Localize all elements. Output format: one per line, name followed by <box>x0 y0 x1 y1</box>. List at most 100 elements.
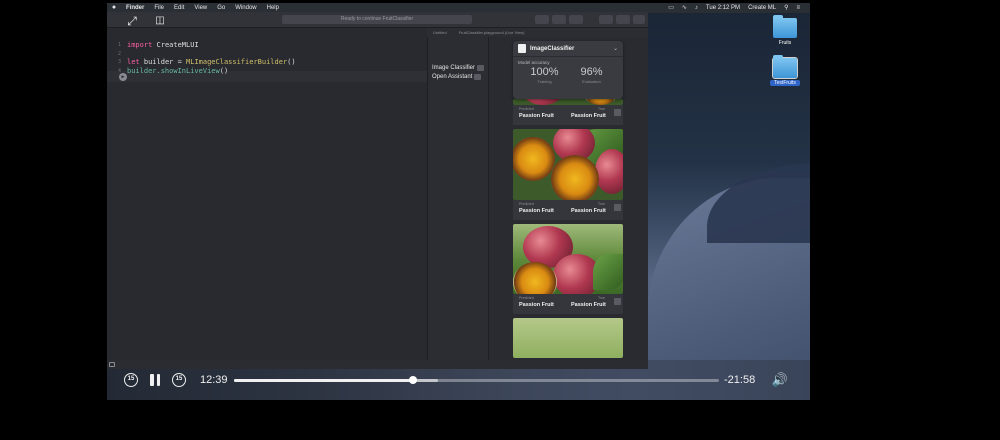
scrubber-track[interactable] <box>234 376 719 384</box>
video-player-controls: 15 15 12:39 -21:58 🔊 <box>107 360 810 400</box>
pause-bar <box>156 374 160 386</box>
exit-fullscreen-icon[interactable]: ⤢ <box>123 14 141 28</box>
code-text: CreateMLUI <box>152 41 199 49</box>
airplay-icon[interactable]: ▭ <box>664 3 678 13</box>
document-icon <box>518 44 526 53</box>
tab-untitled[interactable]: Untitled <box>427 28 453 37</box>
wifi-icon[interactable]: ∿ <box>678 3 691 13</box>
code-line: 1 import CreateMLUI <box>107 41 427 50</box>
picture-in-picture-icon[interactable]: ◫ <box>151 14 169 28</box>
true-value: Passion Fruit <box>571 208 606 214</box>
activity-status: Ready to continue FruitClassifier <box>282 15 472 24</box>
folder-label: Fruits <box>778 40 792 46</box>
skip-forward-seconds: 15 <box>175 376 183 382</box>
code-keyword: let <box>127 58 140 66</box>
accuracy-label: Model accuracy <box>518 60 550 65</box>
debug-toggle-icon[interactable] <box>109 362 115 367</box>
chevron-down-icon[interactable]: ⌄ <box>613 45 618 52</box>
scrubber-knob[interactable] <box>409 376 418 384</box>
fruit-shape <box>551 155 599 200</box>
fruit-image <box>513 129 623 200</box>
run-line-icon[interactable]: ▶ <box>119 73 127 81</box>
true-tag: True <box>598 107 606 111</box>
code-text: builder = <box>139 58 187 66</box>
line-number: 3 <box>117 59 121 65</box>
desktop-folder-testfruits[interactable]: TestFruits <box>770 55 800 86</box>
code-type: MLImageClassifierBuilder <box>186 58 288 66</box>
line-number: 1 <box>117 42 121 48</box>
result-text: Image Classifier <box>432 65 476 71</box>
true-tag: True <box>598 202 606 206</box>
editor-tab-bar: Untitled FruitClassifier.playground (Liv… <box>427 28 648 37</box>
volume-menu-icon[interactable]: ♪ <box>691 3 702 13</box>
true-value: Passion Fruit <box>571 113 606 119</box>
wallpaper-ridge <box>707 163 810 243</box>
menu-right-app[interactable]: Create ML <box>744 3 780 13</box>
code-editor[interactable]: 1 import CreateMLUI 2 3 let builder = ML… <box>107 37 427 360</box>
toolbar-button[interactable] <box>569 15 583 24</box>
notification-center-icon[interactable]: ≡ <box>792 3 804 13</box>
fruit-image <box>513 224 623 294</box>
toolbar-button[interactable] <box>535 15 549 24</box>
code-line: 3 let builder = MLImageClassifierBuilder… <box>107 58 427 67</box>
toolbar-button[interactable] <box>599 15 613 24</box>
code-line: 4 builder. showInLiveView () <box>107 67 427 76</box>
training-metric: 100% Training <box>521 65 568 84</box>
spotlight-icon[interactable]: ⚲ <box>780 3 792 13</box>
results-sidebar: Image Classifier Open Assistant <box>427 37 488 360</box>
prediction-row: Predicted True Passion Fruit Passion Fru… <box>513 294 623 314</box>
leaf-shape <box>593 254 623 290</box>
confirm-icon[interactable] <box>614 109 621 116</box>
menu-clock[interactable]: Tue 2:12 PM <box>702 3 744 13</box>
menu-extras: ▭ ∿ ♪ Tue 2:12 PM Create ML ⚲ ≡ <box>664 3 810 13</box>
fruit-image <box>513 318 623 358</box>
result-text: Open Assistant <box>432 74 473 80</box>
predicted-tag: Predicted <box>519 107 534 111</box>
code-keyword: import <box>127 41 153 49</box>
predicted-tag: Predicted <box>519 296 534 300</box>
evaluation-image-feed[interactable]: Predicted True Passion Fruit Passion Fru… <box>513 99 623 358</box>
code-function: showInLiveView <box>160 66 220 75</box>
predicted-value: Passion Fruit <box>519 208 554 214</box>
debug-area-bar <box>107 360 648 369</box>
evaluation-metric: 96% Evaluation <box>568 65 615 84</box>
pause-bar <box>150 374 154 386</box>
line-number: 2 <box>117 50 121 57</box>
folder-label: TestFruits <box>770 80 800 86</box>
predicted-value: Passion Fruit <box>519 302 554 308</box>
true-tag: True <box>598 296 606 300</box>
classifier-panel: ImageClassifier ⌄ Model accuracy 100% Tr… <box>513 41 623 99</box>
quick-look-icon[interactable] <box>477 65 485 71</box>
fruit-shape <box>513 137 555 181</box>
prediction-row: Predicted True Passion Fruit Passion Fru… <box>513 105 623 125</box>
toolbar-button[interactable] <box>633 15 645 24</box>
desktop-folder-fruits[interactable]: Fruits <box>770 15 800 46</box>
classifier-header[interactable]: ImageClassifier ⌄ <box>513 41 623 57</box>
quick-look-icon[interactable] <box>474 74 482 80</box>
confirm-icon[interactable] <box>614 204 621 211</box>
window-toolbar: ⤢ ◫ Ready to continue FruitClassifier <box>107 12 648 28</box>
classifier-title: ImageClassifier <box>530 45 575 52</box>
confirm-icon[interactable] <box>614 298 621 305</box>
training-value: 100% <box>530 66 559 78</box>
live-view: ImageClassifier ⌄ Model accuracy 100% Tr… <box>488 37 648 360</box>
training-caption: Training <box>537 79 552 84</box>
skip-forward-icon[interactable]: 15 <box>172 373 186 387</box>
code-text: builder. <box>127 66 161 75</box>
skip-back-seconds: 15 <box>127 376 135 382</box>
screen-recording: ● Finder File Edit View Go Window Help ▭… <box>107 3 810 400</box>
accuracy-metrics: 100% Training 96% Evaluation <box>513 65 623 84</box>
fruit-shape <box>595 149 623 194</box>
folder-icon <box>772 55 798 79</box>
remaining-time: -21:58 <box>724 374 756 386</box>
elapsed-time: 12:39 <box>200 374 228 386</box>
tab-playground[interactable]: FruitClassifier.playground (Live View) <box>453 28 531 37</box>
toolbar-button[interactable] <box>552 15 566 24</box>
skip-back-icon[interactable]: 15 <box>124 373 138 387</box>
prediction-row: Predicted True Passion Fruit Passion Fru… <box>513 200 623 220</box>
volume-icon[interactable]: 🔊 <box>770 372 790 388</box>
predicted-value: Passion Fruit <box>519 113 554 119</box>
result-item: Image Classifier <box>432 64 486 72</box>
toolbar-button[interactable] <box>616 15 630 24</box>
pause-icon[interactable] <box>149 373 161 387</box>
